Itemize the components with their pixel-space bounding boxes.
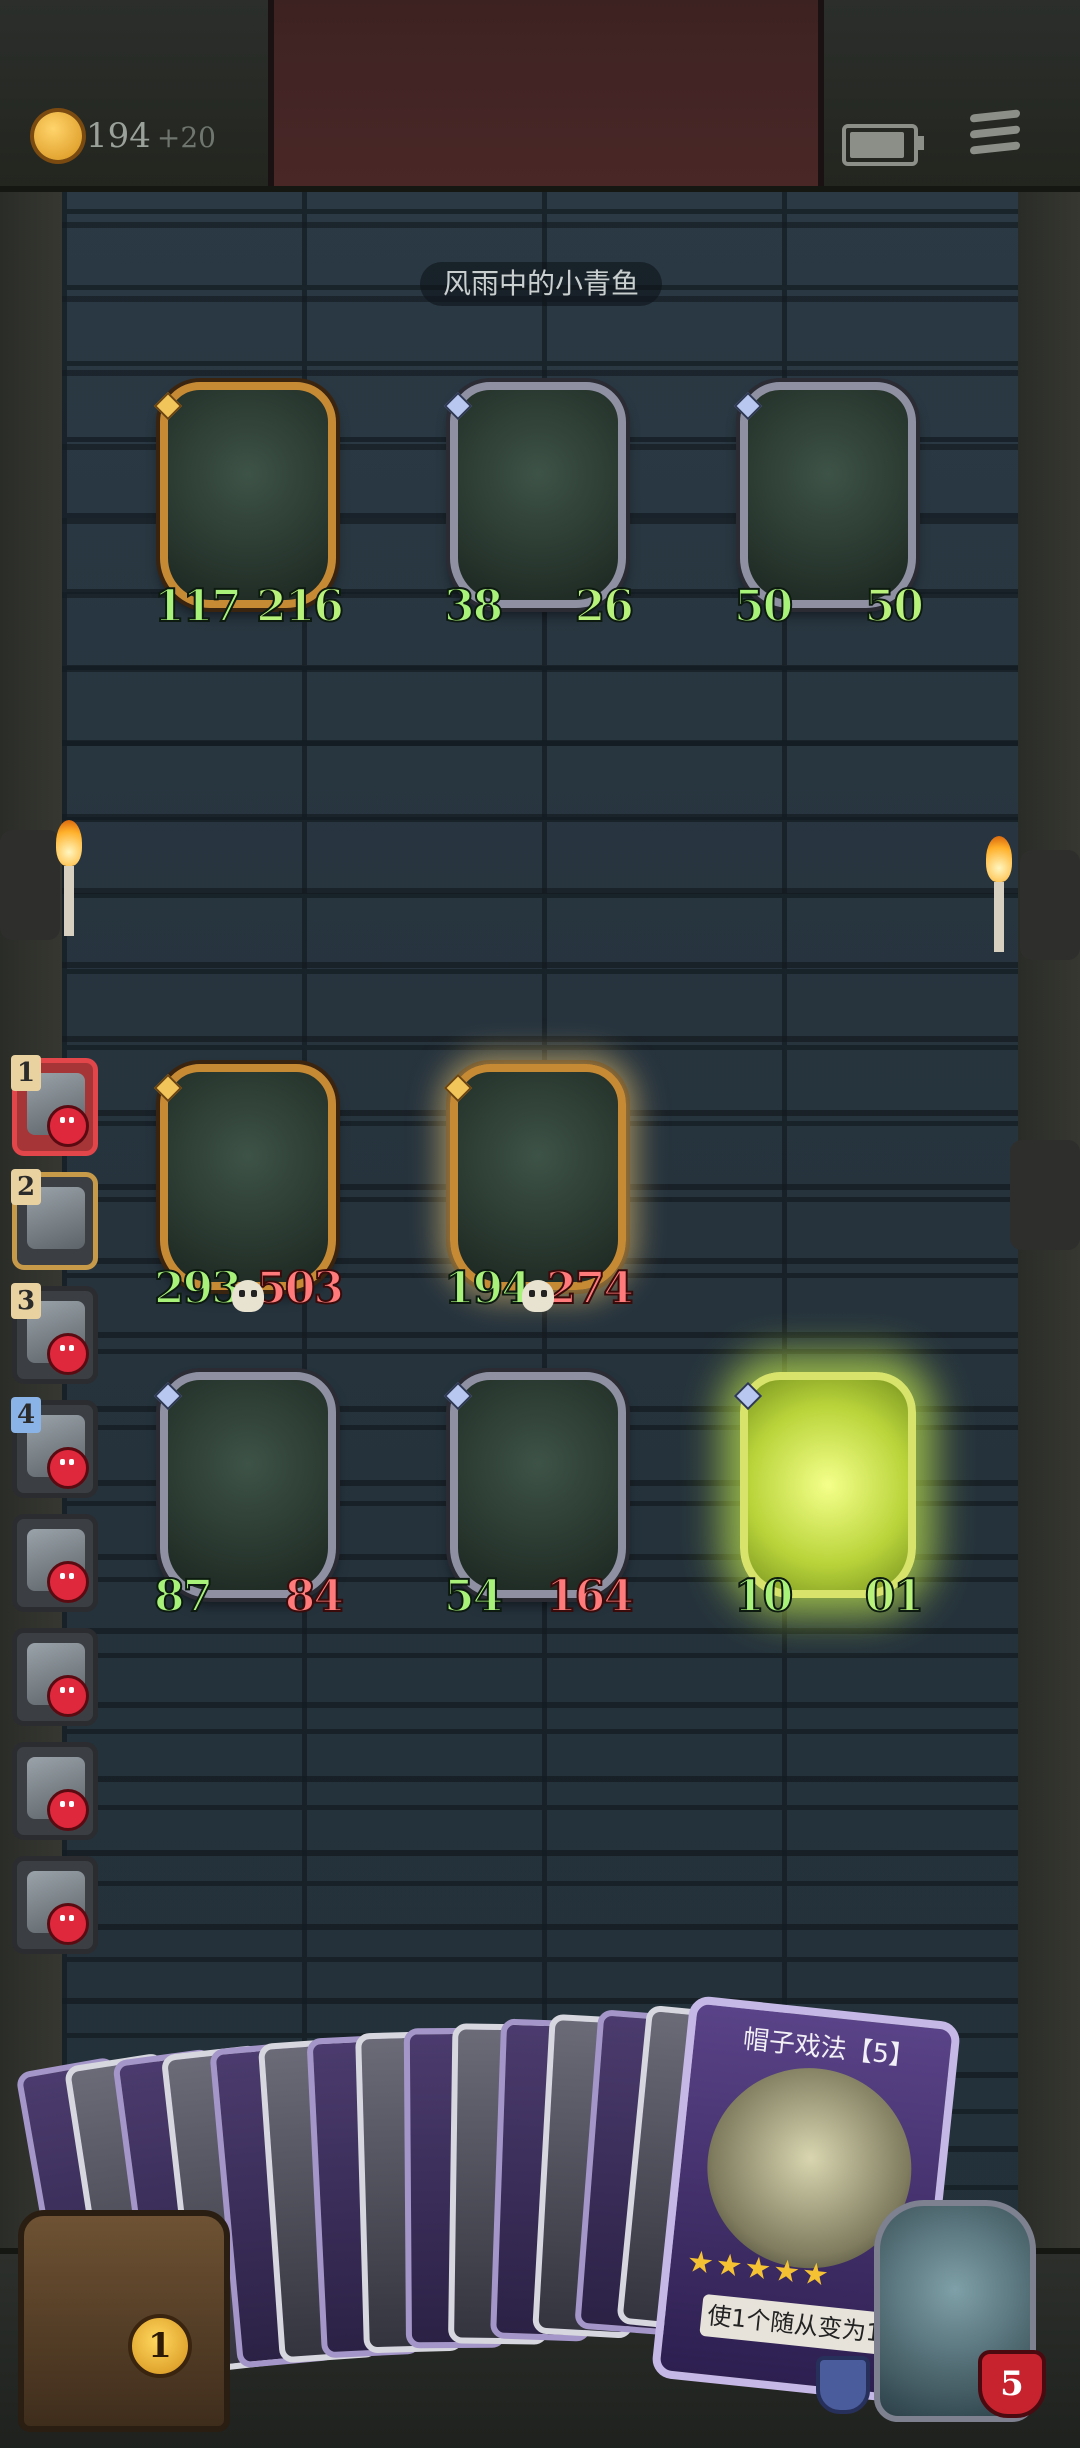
battery-level [850,132,904,158]
gold-coin-icon [34,112,82,160]
health-value: 216 [255,580,345,633]
health-value: 274 [545,1262,635,1315]
attack-value: 87 [153,1570,214,1623]
featured-card-name: 帽子戏法【5】 [741,2024,917,2073]
turn-order-item[interactable]: 1 [11,1055,98,1156]
skull-icon [47,1675,89,1717]
skull-icon [47,1789,89,1831]
health-value: 26 [574,580,635,633]
chest-count-badge: 1 [128,2314,192,2378]
health-value: 01 [864,1570,925,1623]
skull-icon [47,1105,89,1147]
attack-value: 117 [153,580,243,633]
leaf-sprout-minion-portrait [476,1092,600,1240]
elf-sorceress-minion[interactable]: 87 84 [153,1372,345,1623]
shield-icon[interactable] [816,2356,870,2414]
right-sconce [1020,850,1080,960]
turn-order-item[interactable] [12,1628,98,1726]
green-dragon-minion-portrait [186,410,310,558]
treant-minion-portrait [186,1092,310,1240]
skull-icon [47,1903,89,1945]
gold-counter: 194 +20 [86,116,216,156]
right-torch-icon [986,836,1016,952]
gold-value: 194 [86,116,151,156]
skull-icon [522,1280,554,1312]
attack-value: 54 [443,1570,504,1623]
right-wall-latch [1010,1140,1080,1250]
mushroom-creature-minion[interactable]: 54 164 [443,1372,635,1623]
red-demon-dragon-minion[interactable]: 50 50 [733,382,925,633]
menu-icon[interactable] [970,109,1020,160]
armored-knight-minion-portrait [476,410,600,558]
skull-icon [232,1280,264,1312]
turn-order-item[interactable] [12,1514,98,1612]
treasure-chest-icon[interactable] [18,2210,230,2432]
opponent-name: 风雨中的小青鱼 [420,262,662,306]
skull-icon [47,1561,89,1603]
armored-knight-minion[interactable]: 38 26 [443,382,635,633]
turn-order-item[interactable]: 2 [11,1169,98,1270]
turn-rank: 2 [11,1169,41,1205]
game-screen: 194 +20 风雨中的小青鱼 117 216 38 26 50 50 293 503 194 27… [0,0,1080,2448]
glowing-minion-portrait [766,1400,890,1548]
turn-order-item[interactable]: 4 [11,1397,98,1498]
left-sconce [0,830,60,940]
dungeon-door [268,0,824,186]
turn-rank: 1 [11,1055,41,1091]
left-torch-icon [56,820,86,936]
red-demon-dragon-minion-portrait [766,410,890,558]
green-dragon-minion[interactable]: 117 216 [153,382,345,633]
battery-icon [842,124,924,166]
attack-value: 50 [733,580,794,633]
turn-order-item[interactable] [12,1856,98,1954]
health-value: 503 [255,1262,345,1315]
elf-sorceress-minion-portrait [186,1400,310,1548]
health-value: 84 [284,1570,345,1623]
turn-rank: 3 [11,1283,41,1319]
hero-health-badge: 5 [978,2350,1046,2418]
turn-order-item[interactable] [12,1742,98,1840]
health-value: 50 [864,580,925,633]
skull-icon [47,1447,89,1489]
turn-rank: 4 [11,1397,41,1433]
skull-icon [47,1333,89,1375]
health-value: 164 [545,1570,635,1623]
gold-bonus: +20 [156,121,216,154]
mushroom-creature-minion-portrait [476,1400,600,1548]
glowing-minion[interactable]: 10 01 [733,1372,925,1623]
treant-minion[interactable]: 293 503 [153,1064,345,1315]
turn-order-item[interactable]: 3 [11,1283,98,1384]
attack-value: 10 [733,1570,794,1623]
attack-value: 194 [443,1262,533,1315]
attack-value: 38 [443,580,504,633]
attack-value: 293 [153,1262,243,1315]
leaf-sprout-minion[interactable]: 194 274 [443,1064,635,1315]
